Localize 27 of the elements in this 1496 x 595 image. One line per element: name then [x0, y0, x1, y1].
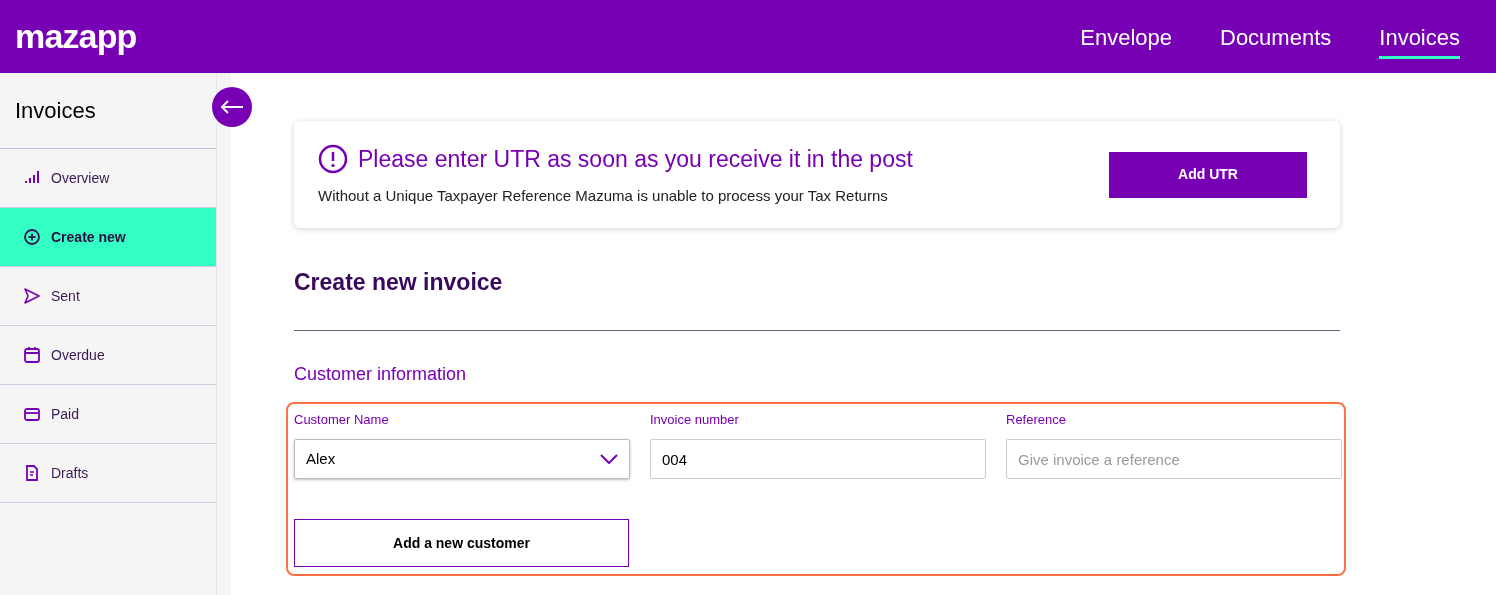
- sidebar-title: Invoices: [15, 97, 96, 125]
- sidebar-item[interactable]: Create new: [0, 208, 217, 267]
- add-customer-button[interactable]: Add a new customer: [294, 519, 629, 567]
- customer-select[interactable]: Alex: [294, 439, 630, 479]
- send-icon: [23, 287, 41, 305]
- document-icon: [23, 464, 41, 482]
- nav-tab[interactable]: Documents: [1220, 21, 1332, 59]
- field-label: Invoice number: [650, 410, 740, 429]
- back-button[interactable]: [212, 87, 252, 127]
- logo[interactable]: mazapp: [15, 11, 137, 62]
- arrow-left-icon: [220, 100, 244, 114]
- add-utr-button[interactable]: Add UTR: [1109, 151, 1307, 198]
- field-label: Customer Name: [294, 410, 390, 429]
- nav-tab[interactable]: Envelope: [1080, 21, 1172, 59]
- chevron-down-icon: [600, 454, 618, 464]
- alert-text: Without a Unique Taxpayer Reference Mazuma is unable to process your Tax Returns: [318, 185, 889, 206]
- alert-title: Please enter UTR as soon as you receive it in the post: [358, 145, 913, 174]
- plus-circle-icon: [23, 228, 41, 246]
- nav-tab[interactable]: Invoices: [1379, 21, 1460, 59]
- alert-icon: [318, 144, 348, 175]
- section-title: Customer information: [294, 362, 468, 386]
- card-icon: [23, 405, 41, 423]
- input-field[interactable]: 004: [650, 439, 986, 479]
- calendar-icon: [23, 346, 41, 364]
- page-title: Create new invoice: [294, 268, 504, 297]
- field-label: Reference: [1006, 410, 1067, 429]
- input-field[interactable]: Give invoice a reference: [1006, 439, 1342, 479]
